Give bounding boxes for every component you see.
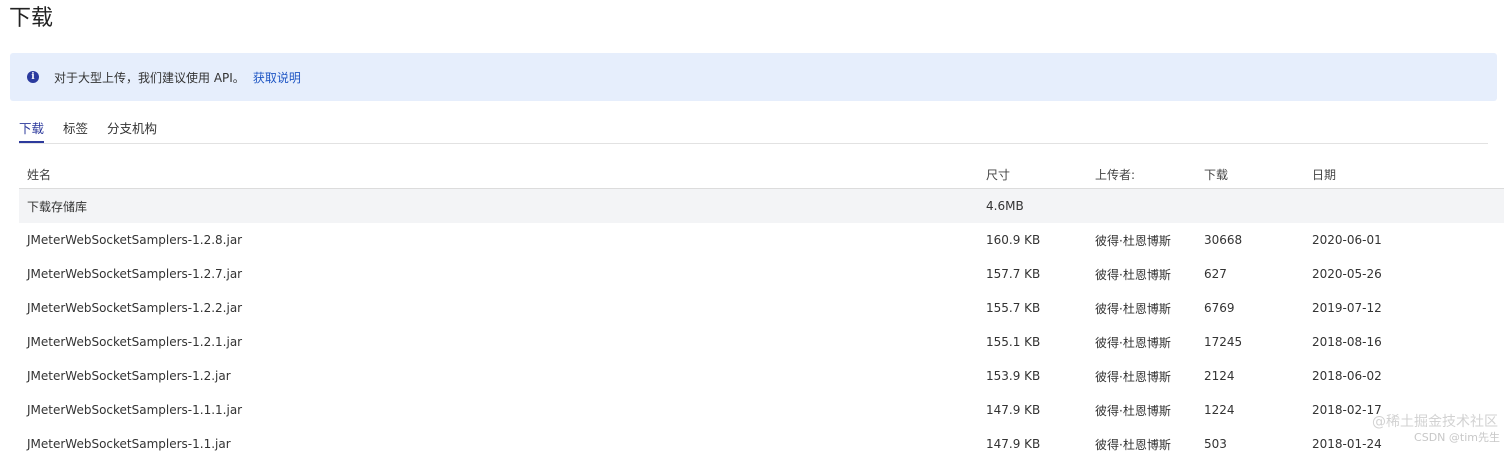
tab-tags[interactable]: 标签 (63, 117, 88, 142)
file-uploader[interactable]: 彼得·杜恩博斯 (1087, 325, 1196, 359)
file-downloads: 2124 (1204, 369, 1235, 383)
tab-bar: 下载 标签 分支机构 (19, 117, 1488, 144)
column-header-downloads[interactable]: 下载 (1196, 160, 1304, 189)
table-header-row: 姓名 尺寸 上传者: 下载 日期 (19, 160, 1504, 189)
file-link[interactable]: JMeterWebSocketSamplers-1.2.7.jar (19, 257, 978, 291)
info-icon: i (27, 71, 39, 83)
table-row: JMeterWebSocketSamplers-1.1.jar 147.9 KB… (19, 427, 1504, 452)
file-uploader[interactable]: 彼得·杜恩博斯 (1087, 427, 1196, 452)
file-uploader[interactable]: 彼得·杜恩博斯 (1087, 291, 1196, 325)
download-repository-link[interactable]: 下载存储库 (19, 188, 978, 223)
file-date: 2018-06-02 (1312, 369, 1382, 383)
file-downloads: 1224 (1204, 403, 1235, 417)
file-uploader[interactable]: 彼得·杜恩博斯 (1087, 223, 1196, 257)
notice-text: 对于大型上传，我们建议使用 API。 (54, 70, 245, 85)
file-size: 147.9 KB (986, 437, 1041, 451)
file-date: 2020-05-26 (1312, 267, 1382, 281)
file-date: 2020-06-01 (1312, 233, 1382, 247)
column-header-uploader[interactable]: 上传者: (1087, 160, 1196, 189)
table-row: JMeterWebSocketSamplers-1.2.jar 153.9 KB… (19, 359, 1504, 393)
table-row: JMeterWebSocketSamplers-1.2.8.jar 160.9 … (19, 223, 1504, 257)
watermark-csdn: CSDN @tim先生 (1414, 431, 1500, 444)
file-uploader[interactable]: 彼得·杜恩博斯 (1087, 359, 1196, 393)
downloads-table: 姓名 尺寸 上传者: 下载 日期 下载存储库 4.6MB JMeterWebSo… (19, 160, 1504, 452)
file-downloads: 503 (1204, 437, 1227, 451)
file-downloads: 17245 (1204, 335, 1243, 349)
file-size: 155.1 KB (986, 335, 1041, 349)
tab-downloads[interactable]: 下载 (19, 117, 45, 143)
file-downloads: 6769 (1204, 301, 1235, 315)
page-title: 下载 (9, 6, 54, 31)
api-notice-banner: i 对于大型上传，我们建议使用 API。 获取说明 (10, 53, 1497, 101)
file-link[interactable]: JMeterWebSocketSamplers-1.2.8.jar (19, 223, 978, 257)
table-row: JMeterWebSocketSamplers-1.2.7.jar 157.7 … (19, 257, 1504, 291)
file-downloads: 30668 (1204, 233, 1243, 247)
downloads-page: 下载 i 对于大型上传，我们建议使用 API。 获取说明 下载 标签 分支机构 … (0, 0, 1512, 452)
file-size: 153.9 KB (986, 369, 1041, 383)
file-size: 160.9 KB (986, 233, 1041, 247)
download-repository-row: 下载存储库 4.6MB (19, 188, 1504, 223)
file-link[interactable]: JMeterWebSocketSamplers-1.1.1.jar (19, 393, 978, 427)
file-link[interactable]: JMeterWebSocketSamplers-1.2.1.jar (19, 325, 978, 359)
column-header-date[interactable]: 日期 (1304, 160, 1504, 189)
file-link[interactable]: JMeterWebSocketSamplers-1.2.2.jar (19, 291, 978, 325)
file-date: 2018-08-16 (1312, 335, 1382, 349)
column-header-size[interactable]: 尺寸 (978, 160, 1087, 189)
file-link[interactable]: JMeterWebSocketSamplers-1.1.jar (19, 427, 978, 452)
table-row: JMeterWebSocketSamplers-1.2.2.jar 155.7 … (19, 291, 1504, 325)
table-row: JMeterWebSocketSamplers-1.2.1.jar 155.1 … (19, 325, 1504, 359)
column-header-name[interactable]: 姓名 (19, 160, 978, 189)
file-date: 2019-07-12 (1312, 301, 1382, 315)
repository-size: 4.6MB (978, 188, 1087, 223)
file-downloads: 627 (1204, 267, 1227, 281)
table-row: JMeterWebSocketSamplers-1.1.1.jar 147.9 … (19, 393, 1504, 427)
file-size: 147.9 KB (986, 403, 1041, 417)
get-instructions-link[interactable]: 获取说明 (253, 69, 301, 86)
file-link[interactable]: JMeterWebSocketSamplers-1.2.jar (19, 359, 978, 393)
tab-branches[interactable]: 分支机构 (107, 117, 157, 142)
file-size: 157.7 KB (986, 267, 1041, 281)
file-uploader[interactable]: 彼得·杜恩博斯 (1087, 257, 1196, 291)
file-size: 155.7 KB (986, 301, 1041, 315)
file-uploader[interactable]: 彼得·杜恩博斯 (1087, 393, 1196, 427)
